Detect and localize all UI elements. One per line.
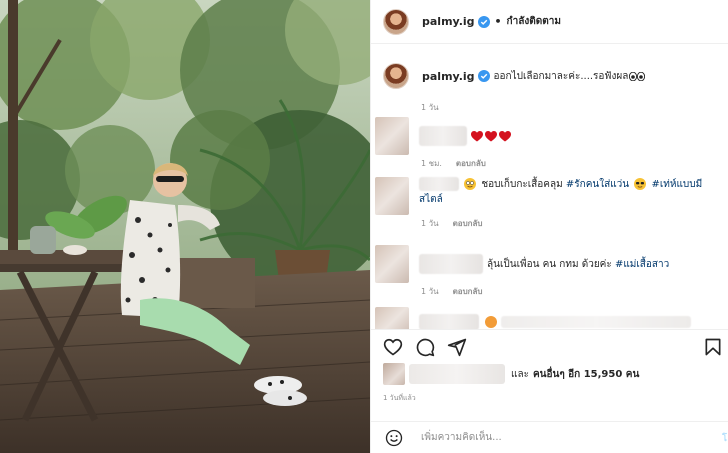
verified-icon	[477, 70, 490, 82]
emoji-icon[interactable]	[385, 429, 403, 447]
comment-avatar[interactable]	[375, 307, 409, 329]
post-side-panel: palmy.ig • กำลังติดตาม palmy.ig ออกไปเลื…	[370, 0, 728, 453]
blurred-username	[419, 177, 459, 191]
comment-input[interactable]: เพิ่มความคิดเห็น...	[421, 430, 502, 445]
share-icon[interactable]	[447, 337, 467, 357]
post-photo-illustration	[0, 0, 370, 453]
comments-list[interactable]: palmy.ig ออกไปเลือกมาละค่ะ....รอฟังผล 1 …	[371, 45, 728, 329]
comment-avatar[interactable]	[375, 245, 409, 283]
reply-button[interactable]: ตอบกลับ	[453, 285, 483, 298]
post-button[interactable]: โ	[722, 431, 727, 445]
blurred-liker-name	[409, 364, 505, 384]
face-emoji-icon	[485, 316, 497, 328]
caption-text: ออกไปเลือกมาละค่ะ....รอฟังผล	[493, 70, 629, 82]
post-time: 1 วันที่แล้ว	[383, 394, 416, 402]
following-button[interactable]: กำลังติดตาม	[507, 14, 561, 29]
post-header: palmy.ig • กำลังติดตาม	[371, 0, 728, 44]
comment-item: 1 ชม. ตอบกลับ	[375, 117, 513, 170]
heart-icon[interactable]	[383, 337, 403, 357]
comment-text: ชอบเก็บกะเสื้อคลุม	[481, 179, 566, 190]
action-bar	[371, 329, 728, 365]
comment-item: ลุ้นเป็นเพื่อน คน กทม ด้วยค่ะ #แม่เสื้อส…	[375, 245, 669, 298]
comment-avatar[interactable]	[375, 177, 409, 215]
face-emoji-icon	[464, 178, 477, 190]
post-photo[interactable]	[0, 0, 370, 453]
heart-icon	[499, 130, 511, 141]
likes-connector: และ	[511, 368, 529, 380]
caption-username[interactable]: palmy.ig	[422, 70, 475, 83]
comment-time: 1 ชม.	[421, 159, 442, 168]
sunglasses-emoji-icon	[634, 178, 647, 190]
author-username[interactable]: palmy.ig	[422, 15, 475, 28]
verified-icon	[477, 15, 490, 28]
comment-text: ลุ้นเป็นเพื่อน คน กทม ด้วยค่ะ	[487, 258, 615, 270]
truncated-comment	[501, 316, 691, 328]
blurred-username	[419, 254, 483, 274]
heart-icon	[485, 130, 497, 141]
reply-button[interactable]: ตอบกลับ	[453, 217, 483, 230]
caption: palmy.ig ออกไปเลือกมาละค่ะ....รอฟังผล 1 …	[383, 63, 646, 114]
eyes-emoji-icon	[629, 71, 646, 81]
comment-item: ชอบเก็บกะเสื้อคลุม #รักคนใส่แว่น #เท่ห์แ…	[375, 177, 719, 230]
add-comment-bar: เพิ่มความคิดเห็น... โ	[371, 421, 728, 453]
author-avatar[interactable]	[383, 8, 409, 35]
bookmark-icon[interactable]	[703, 337, 723, 357]
caption-avatar[interactable]	[383, 63, 409, 89]
comment-time: 1 วัน	[421, 287, 439, 296]
heart-icon	[471, 130, 483, 141]
hashtag-link[interactable]: #รักคนใส่แว่น	[566, 179, 629, 190]
reply-button[interactable]: ตอบกลับ	[456, 157, 486, 170]
likes-count[interactable]: คนอื่นๆ อีก 15,950 คน	[533, 367, 639, 382]
liker-avatar	[383, 363, 405, 385]
hashtag-link[interactable]: #แม่เสื้อสาว	[615, 259, 669, 270]
comment-item	[375, 307, 691, 329]
caption-time: 1 วัน	[421, 103, 439, 112]
hearts	[471, 130, 513, 142]
comment-avatar[interactable]	[375, 117, 409, 155]
header-separator: •	[494, 15, 502, 28]
blurred-username	[419, 126, 467, 146]
comment-icon[interactable]	[415, 337, 435, 357]
blurred-username	[419, 314, 479, 329]
comment-time: 1 วัน	[421, 219, 439, 228]
likes-summary[interactable]: และ คนอื่นๆ อีก 15,950 คน	[383, 363, 639, 385]
